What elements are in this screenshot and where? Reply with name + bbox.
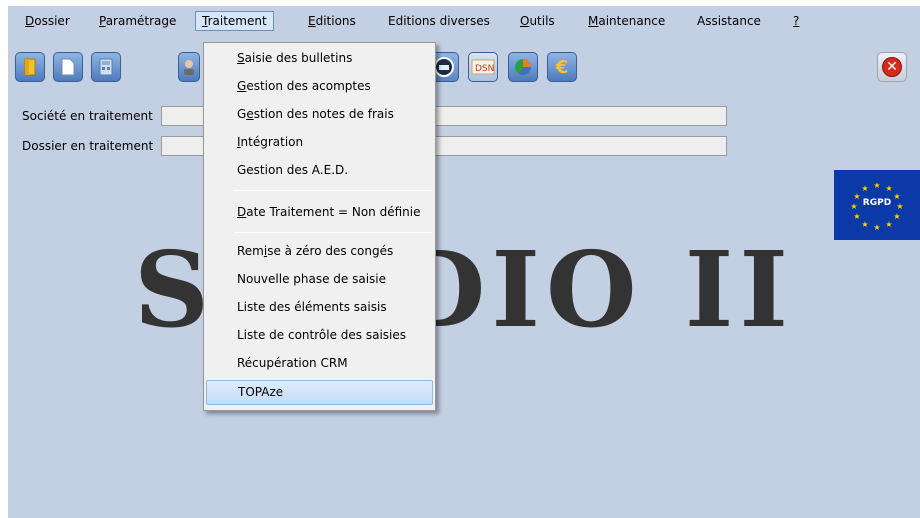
menuitem-label: TOPAze (238, 385, 284, 399)
svg-text:DSN: DSN (475, 64, 494, 74)
svg-text:★: ★ (861, 220, 868, 229)
svg-text:★: ★ (873, 223, 880, 232)
menu-bar: Dossier Paramétrage Traitement Editions … (8, 10, 920, 32)
menuitem-recuperation-crm[interactable]: Récupération CRM (206, 351, 433, 376)
menuitem-mnemonic: S (237, 51, 245, 65)
menu-editions-diverses[interactable]: Editions diverses (388, 12, 490, 30)
svg-text:★: ★ (885, 220, 892, 229)
menuitem-label: stion des notes de frais (253, 107, 394, 121)
dossier-field[interactable] (428, 136, 727, 156)
menu-parametrage-mnemonic: P (99, 14, 106, 28)
menu-help[interactable]: ? (793, 12, 799, 30)
svg-text:★: ★ (893, 212, 900, 221)
menu-separator (234, 190, 432, 191)
menuitem-label: Récupération CRM (237, 356, 348, 370)
menu-outils-label: utils (529, 14, 555, 28)
close-button[interactable]: ✕ (877, 52, 907, 82)
menuitem-label: Gestion des A.E.D. (237, 163, 349, 177)
menu-traitement-label: raitement (207, 14, 267, 28)
menuitem-label: Liste de contrôle des saisies (237, 328, 407, 342)
toolbar-calculator-button[interactable] (91, 52, 121, 82)
menuitem-remise-zero-conges[interactable]: Remise à zéro des congés (206, 239, 433, 264)
app-window: Dossier Paramétrage Traitement Editions … (8, 6, 920, 518)
menu-editions[interactable]: Editions (308, 12, 356, 30)
menu-editions-diverses-label: Editions diverses (388, 14, 490, 28)
menu-assistance-label: Assistance (697, 14, 761, 28)
toolbar-chart-button[interactable] (508, 52, 538, 82)
folder-icon (24, 58, 36, 76)
menuitem-label: se à zéro des congés (267, 244, 394, 258)
toolbar-user-button[interactable] (178, 52, 200, 82)
menuitem-gestion-notes-frais[interactable]: Gestion des notes de frais (206, 102, 433, 127)
menuitem-liste-elements[interactable]: Liste des éléments saisis (206, 295, 433, 320)
menuitem-mnemonic: D (237, 205, 247, 219)
menuitem-mnemonic: G (237, 79, 247, 93)
rgpd-badge[interactable]: ★ ★ ★ ★ ★ ★ ★ ★ ★ ★ ★ ★ RGPD (834, 170, 920, 240)
toolbar-folder-button[interactable] (15, 52, 45, 82)
menuitem-gestion-acomptes[interactable]: Gestion des acomptes (206, 74, 433, 99)
menu-dossier-label: ossier (34, 14, 70, 28)
menuitem-integration[interactable]: Intégration (206, 130, 433, 155)
menuitem-prefix: G (237, 107, 247, 121)
chart-icon (515, 59, 532, 76)
menuitem-label: estion des acomptes (246, 79, 371, 93)
menuitem-mnemonic: e (246, 107, 254, 121)
menu-parametrage[interactable]: Paramétrage (99, 12, 176, 30)
menu-maintenance[interactable]: Maintenance (588, 12, 665, 30)
menuitem-prefix: Rem (237, 244, 264, 258)
menu-traitement[interactable]: Traitement (195, 11, 274, 31)
menuitem-liste-controle[interactable]: Liste de contrôle des saisies (206, 323, 433, 348)
menuitem-label: aisie des bulletins (244, 51, 353, 65)
menu-editions-mnemonic: E (308, 14, 316, 28)
menuitem-label: Liste des éléments saisis (237, 300, 387, 314)
menu-assistance[interactable]: Assistance (697, 12, 761, 30)
menu-dossier[interactable]: Dossier (25, 12, 70, 30)
menuitem-gestion-aed[interactable]: Gestion des A.E.D. (206, 158, 433, 183)
societe-field[interactable] (428, 106, 727, 126)
close-icon: ✕ (882, 57, 902, 77)
document-icon (61, 58, 75, 76)
menuitem-saisie-bulletins[interactable]: Saisie des bulletins (206, 46, 433, 71)
brand-title: STUDIO II (133, 228, 795, 351)
menuitem-label: Nouvelle phase de saisie (237, 272, 387, 286)
traitement-dropdown-menu: Saisie des bulletins Gestion des acompte… (203, 42, 436, 411)
toolbar-new-document-button[interactable] (53, 52, 83, 82)
societe-label: Société en traitement (22, 109, 153, 123)
euro-icon: € (555, 56, 569, 78)
menu-separator (234, 232, 432, 233)
menu-outils[interactable]: Outils (520, 12, 555, 30)
calculator-icon (99, 58, 113, 76)
rgpd-label: RGPD (862, 198, 892, 208)
menu-help-mnemonic: ? (793, 14, 800, 28)
svg-text:★: ★ (853, 212, 860, 221)
menuitem-label: ntégration (240, 135, 304, 149)
toolbar-euro-button[interactable]: € (547, 52, 577, 82)
dossier-label: Dossier en traitement (22, 139, 154, 153)
menu-parametrage-label: aramétrage (105, 14, 177, 28)
menu-maintenance-mnemonic: M (588, 14, 599, 28)
menuitem-label: ate Traitement = Non définie (246, 205, 421, 219)
dossier-field-left[interactable] (161, 136, 205, 156)
toolbar-dsn-button[interactable]: DSN (468, 52, 498, 82)
dsn-icon: DSN (471, 59, 495, 75)
menu-dossier-mnemonic: D (25, 14, 35, 28)
menuitem-date-traitement[interactable]: Date Traitement = Non définie (206, 200, 433, 225)
societe-field-left[interactable] (161, 106, 205, 126)
svg-text:★: ★ (885, 184, 892, 193)
user-icon (184, 60, 194, 75)
svg-text:★: ★ (861, 184, 868, 193)
menuitem-topaze[interactable]: TOPAze (206, 380, 433, 405)
menu-maintenance-label: aintenance (598, 14, 666, 28)
menu-editions-label: ditions (315, 14, 356, 28)
scanner-icon (434, 57, 454, 77)
svg-text:★: ★ (873, 181, 880, 190)
menuitem-nouvelle-phase[interactable]: Nouvelle phase de saisie (206, 267, 433, 292)
